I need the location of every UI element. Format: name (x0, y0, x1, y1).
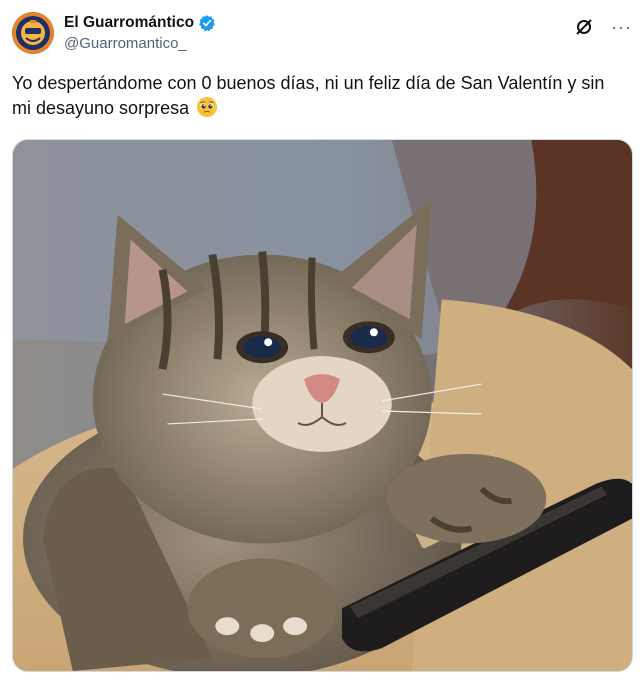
display-name[interactable]: El Guarromántico (64, 14, 194, 32)
verified-badge-icon (198, 14, 216, 32)
avatar[interactable] (12, 12, 54, 54)
header-actions: ··· (575, 18, 632, 36)
sad-cat-with-phone-image (13, 140, 632, 671)
tweet-media-photo[interactable] (12, 139, 633, 672)
handle[interactable]: @Guarromantico_ (64, 35, 216, 52)
author-info[interactable]: El Guarromántico @Guarromantico_ (64, 13, 216, 52)
more-options-icon[interactable]: ··· (611, 18, 632, 36)
tweet-text-content: Yo despertándome con 0 buenos días, ni u… (12, 73, 605, 118)
pleading-face-emoji (196, 96, 218, 118)
tweet-text: Yo despertándome con 0 buenos días, ni u… (12, 71, 622, 121)
grok-icon[interactable] (575, 18, 593, 36)
account-logo-icon (12, 12, 54, 54)
tweet-card[interactable]: El Guarromántico @Guarromantico_ ··· Yo … (0, 0, 644, 682)
